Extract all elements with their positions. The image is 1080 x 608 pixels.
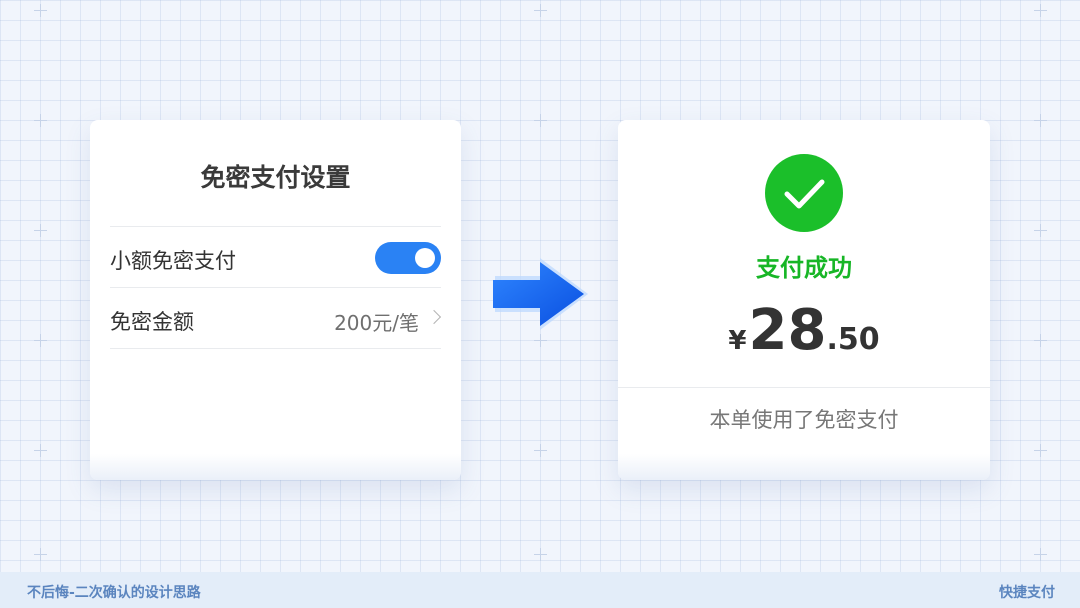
settings-row-small-amount: 小额免密支付 xyxy=(110,226,441,287)
settings-card: 免密支付设置 小额免密支付 免密金额 200元/笔 xyxy=(90,120,461,480)
plus-mark xyxy=(34,4,47,17)
plus-mark xyxy=(34,444,47,457)
payment-result-card: 支付成功 ¥28.50 本单使用了免密支付 xyxy=(618,120,990,480)
payment-success-title: 支付成功 xyxy=(756,254,852,282)
arrow-right-icon xyxy=(490,254,590,334)
password-free-toggle[interactable] xyxy=(375,242,441,274)
plus-mark xyxy=(1034,444,1047,457)
card-bottom-fade xyxy=(618,454,990,480)
plus-mark xyxy=(1034,334,1047,347)
plus-mark xyxy=(534,334,547,347)
plus-mark xyxy=(34,114,47,127)
plus-mark xyxy=(34,334,47,347)
plus-mark xyxy=(1034,4,1047,17)
currency-symbol: ¥ xyxy=(728,326,747,356)
payment-amount: ¥28.50 xyxy=(618,298,990,363)
row-label: 小额免密支付 xyxy=(110,249,236,273)
plus-mark xyxy=(34,548,47,561)
plus-mark xyxy=(534,114,547,127)
plus-mark xyxy=(1034,224,1047,237)
chevron-right-icon xyxy=(426,309,442,325)
plus-mark xyxy=(34,224,47,237)
plus-mark xyxy=(534,4,547,17)
amount-limit-value: 200元/笔 xyxy=(334,311,419,335)
plus-mark xyxy=(1034,114,1047,127)
plus-mark xyxy=(534,548,547,561)
footer-caption: 不后悔-二次确认的设计思路 xyxy=(27,585,201,601)
check-circle-icon xyxy=(765,154,843,232)
card-bottom-fade xyxy=(90,454,461,480)
footer-tag: 快捷支付 xyxy=(999,585,1055,601)
password-free-note: 本单使用了免密支付 xyxy=(709,408,899,432)
settings-row-amount-limit[interactable]: 免密金额 200元/笔 xyxy=(110,287,442,349)
toggle-knob xyxy=(415,248,435,268)
footer-bar: 不后悔-二次确认的设计思路 快捷支付 xyxy=(0,572,1080,608)
amount-integer: 28 xyxy=(748,298,827,363)
divider xyxy=(618,387,990,388)
plus-mark xyxy=(1034,548,1047,561)
amount-decimal: .50 xyxy=(826,322,880,357)
plus-mark xyxy=(534,444,547,457)
settings-title: 免密支付设置 xyxy=(200,163,351,192)
row-label: 免密金额 xyxy=(110,310,194,334)
